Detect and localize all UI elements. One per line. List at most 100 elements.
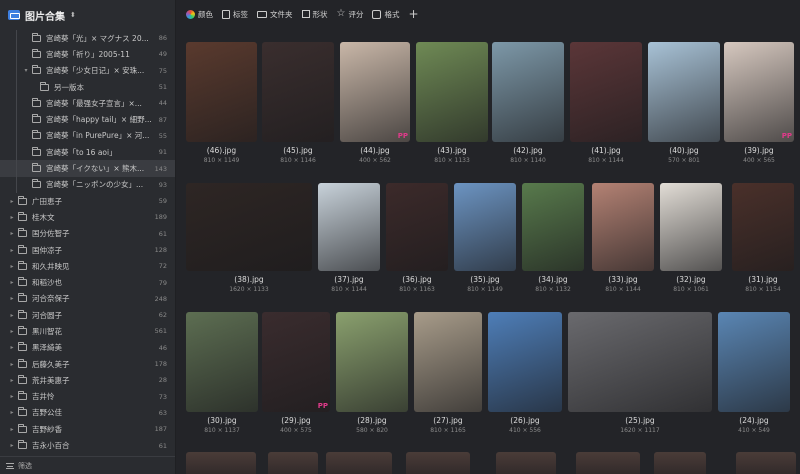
tree-item[interactable]: ▸ 黑泽綺美 46: [0, 340, 175, 356]
tree-item[interactable]: 宫崎葵「祈り」2005-11 49: [0, 46, 175, 63]
image-card[interactable]: (31).jpg 810 × 1154: [732, 183, 794, 297]
tree-item[interactable]: ▸ 河合圆子 62: [0, 307, 175, 323]
image-card[interactable]: (24).jpg 410 × 549: [718, 312, 790, 438]
library-switcher[interactable]: 图片合集 ⬍: [0, 0, 175, 30]
chevron-right-icon[interactable]: ▸: [8, 279, 16, 286]
tree-item[interactable]: ▸ 黑川智花 561: [0, 323, 175, 339]
image-card[interactable]: PP (39).jpg 400 × 565: [724, 42, 794, 168]
tree-item[interactable]: 宫崎葵「イクない」× 熊木... 143: [0, 160, 175, 177]
filter-star-button[interactable]: ☆ 评分: [337, 9, 364, 20]
tree-item[interactable]: 另一版本 51: [0, 78, 175, 96]
image-card[interactable]: (30).jpg 810 × 1137: [186, 312, 258, 438]
tree-item[interactable]: 宫崎葵「in PurePure」× 河... 55: [0, 127, 175, 145]
tree-item[interactable]: ▸ 荒井美惠子 28: [0, 372, 175, 388]
image-card[interactable]: (37).jpg 810 × 1144: [318, 183, 380, 297]
chevron-right-icon[interactable]: ▸: [8, 377, 16, 384]
filter-shape-button[interactable]: 形状: [301, 9, 328, 20]
tree-item[interactable]: ▸ 吉永小百合 61: [0, 437, 175, 453]
image-thumbnail[interactable]: [186, 183, 312, 271]
tree-item[interactable]: ▸ 桂木文 189: [0, 209, 175, 225]
image-thumbnail[interactable]: [186, 42, 257, 142]
chevron-right-icon[interactable]: ▸: [8, 361, 16, 368]
image-thumbnail[interactable]: PP: [262, 312, 330, 412]
chevron-right-icon[interactable]: ▸: [8, 409, 16, 416]
chevron-right-icon[interactable]: ▸: [8, 247, 16, 254]
tree-item[interactable]: 宫崎葵「最强女子宣言」×... 44: [0, 95, 175, 112]
image-card[interactable]: (38).jpg 1620 × 1133: [186, 183, 312, 297]
filter-color-wheel-button[interactable]: 颜色: [186, 9, 213, 20]
tree-item[interactable]: ▸ 和久井映见 72: [0, 258, 175, 274]
image-thumbnail[interactable]: [262, 42, 334, 142]
image-thumbnail[interactable]: [654, 452, 706, 474]
image-card[interactable]: PP (44).jpg 400 × 562: [340, 42, 410, 168]
tree-item[interactable]: ▸ 和稻沙也 79: [0, 274, 175, 290]
chevron-down-icon[interactable]: ▾: [22, 67, 30, 74]
image-thumbnail[interactable]: [660, 183, 722, 271]
tree-item[interactable]: ▸ 后藤久美子 178: [0, 356, 175, 372]
tree-item[interactable]: ▸ 广田恵子 59: [0, 193, 175, 209]
chevron-right-icon[interactable]: ▸: [8, 393, 16, 400]
filter-format-button[interactable]: 格式: [372, 9, 399, 20]
image-thumbnail[interactable]: [406, 452, 470, 474]
image-thumbnail[interactable]: [488, 312, 562, 412]
image-card[interactable]: (36).jpg 810 × 1163: [386, 183, 448, 297]
image-thumbnail[interactable]: [496, 452, 556, 474]
image-thumbnail[interactable]: [568, 312, 712, 412]
filter-bar[interactable]: 筛选: [0, 456, 175, 474]
image-thumbnail[interactable]: [570, 42, 642, 142]
image-card[interactable]: (34).jpg 810 × 1132: [522, 183, 584, 297]
image-thumbnail[interactable]: [186, 452, 256, 474]
image-card[interactable]: (45).jpg 810 × 1146: [262, 42, 334, 168]
chevron-right-icon[interactable]: ▸: [8, 214, 16, 221]
image-thumbnail[interactable]: [718, 312, 790, 412]
tree-item[interactable]: 宫崎葵「光」× マグナス 20... 86: [0, 30, 175, 47]
image-card[interactable]: (26).jpg 410 × 556: [488, 312, 562, 438]
tree-item[interactable]: ▸ 国分佐智子 61: [0, 226, 175, 242]
image-card[interactable]: (43).jpg 810 × 1133: [416, 42, 488, 168]
image-thumbnail[interactable]: [326, 452, 392, 474]
image-card[interactable]: (28).jpg 580 × 820: [336, 312, 408, 438]
image-card[interactable]: PP (29).jpg 400 × 575: [262, 312, 330, 438]
image-thumbnail[interactable]: [414, 312, 482, 412]
chevron-right-icon[interactable]: ▸: [8, 263, 16, 270]
chevron-right-icon[interactable]: ▸: [8, 295, 16, 302]
image-card[interactable]: (42).jpg 810 × 1140: [492, 42, 564, 168]
chevron-right-icon[interactable]: ▸: [8, 426, 16, 433]
image-thumbnail[interactable]: [454, 183, 516, 271]
tree-item[interactable]: 宫崎葵「to 16 aoi」 91: [0, 144, 175, 161]
tree-item[interactable]: ▸ 河合奈保子 248: [0, 291, 175, 307]
chevron-right-icon[interactable]: ▸: [8, 312, 16, 319]
image-card[interactable]: (46).jpg 810 × 1149: [186, 42, 257, 168]
tree-item[interactable]: 宫崎葵「happy tail」× 細野... 87: [0, 111, 175, 128]
image-thumbnail[interactable]: [736, 452, 796, 474]
image-card[interactable]: (40).jpg 570 × 801: [648, 42, 720, 168]
image-card[interactable]: (35).jpg 810 × 1149: [454, 183, 516, 297]
image-thumbnail[interactable]: [336, 312, 408, 412]
image-thumbnail[interactable]: [416, 42, 488, 142]
tree-item[interactable]: 宫崎葵「ニッポンの少女」... 93: [0, 176, 175, 193]
chevron-right-icon[interactable]: ▸: [8, 198, 16, 205]
image-thumbnail[interactable]: [648, 42, 720, 142]
filter-tag-button[interactable]: 标签: [222, 9, 248, 20]
image-thumbnail[interactable]: [732, 183, 794, 271]
image-thumbnail[interactable]: [576, 452, 640, 474]
chevron-right-icon[interactable]: ▸: [8, 230, 16, 237]
tree-item[interactable]: ▸ 吉野公佳 63: [0, 405, 175, 421]
image-thumbnail[interactable]: [492, 42, 564, 142]
image-card[interactable]: (33).jpg 810 × 1144: [592, 183, 654, 297]
image-thumbnail[interactable]: [386, 183, 448, 271]
image-thumbnail[interactable]: [318, 183, 380, 271]
tree-item[interactable]: ▾ 宫崎葵「少女日记」× 安珠... 75: [0, 62, 175, 79]
image-thumbnail[interactable]: [592, 183, 654, 271]
tree-item[interactable]: ▸ 国仲凉子 128: [0, 242, 175, 258]
image-card[interactable]: (32).jpg 810 × 1061: [660, 183, 722, 297]
switch-library-icon[interactable]: ⬍: [70, 11, 76, 19]
filter-folder-button[interactable]: 文件夹: [257, 9, 293, 20]
image-thumbnail[interactable]: PP: [724, 42, 794, 142]
chevron-right-icon[interactable]: ▸: [8, 328, 16, 335]
image-card[interactable]: (27).jpg 810 × 1165: [414, 312, 482, 438]
image-thumbnail[interactable]: [186, 312, 258, 412]
add-filter-button[interactable]: +: [408, 8, 418, 20]
image-thumbnail[interactable]: [522, 183, 584, 271]
tree-item[interactable]: ▸ 吉井怜 73: [0, 389, 175, 405]
